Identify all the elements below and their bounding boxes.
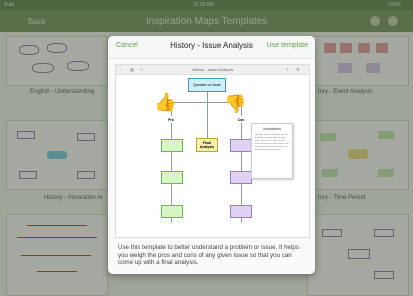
con-node bbox=[230, 205, 252, 218]
pro-node bbox=[161, 139, 183, 152]
pro-node bbox=[161, 171, 183, 184]
modal-header: Cancel History - Issue Analysis Use temp… bbox=[108, 36, 315, 59]
use-template-button[interactable]: Use template bbox=[267, 42, 308, 49]
text-icon: T bbox=[286, 67, 289, 72]
con-node bbox=[230, 139, 252, 152]
connector bbox=[207, 92, 208, 102]
template-description: Use this template to better understand a… bbox=[118, 244, 299, 267]
template-preview-modal: Cancel History - Issue Analysis Use temp… bbox=[108, 36, 315, 274]
template-preview: ‹ ▦ ⇧ History - Issue Analysis T ⚒ Quest… bbox=[115, 64, 310, 238]
instructions-note: Instructions Identify an issue and then … bbox=[251, 123, 293, 179]
final-analysis-node: Final Analysis bbox=[196, 138, 218, 152]
question-node: Question or Issue bbox=[188, 78, 226, 92]
thumbs-up-icon: 👍 bbox=[154, 92, 177, 112]
connector bbox=[207, 102, 208, 138]
preview-title: History - Issue Analysis bbox=[191, 67, 234, 72]
instructions-title: Instructions bbox=[263, 127, 281, 131]
preview-toolbar: ‹ ▦ ⇧ History - Issue Analysis T ⚒ bbox=[116, 65, 309, 75]
wrench-icon: ⚒ bbox=[296, 67, 300, 72]
thumbs-down-icon: 👎 bbox=[224, 94, 247, 114]
instructions-text: Identify an issue and then use this temp… bbox=[255, 134, 289, 151]
con-node bbox=[230, 171, 252, 184]
pro-node bbox=[161, 205, 183, 218]
